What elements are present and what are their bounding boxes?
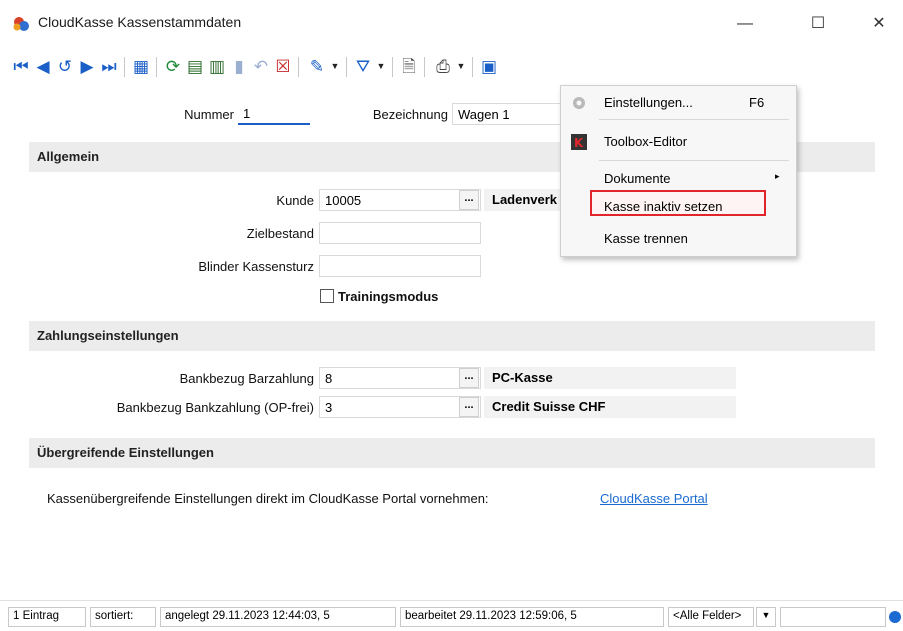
- menu-item-kasse-trennen[interactable]: Kasse trennen: [561, 225, 796, 253]
- menu-item-einstellungen[interactable]: Einstellungen... F6: [561, 89, 796, 117]
- filter-icon[interactable]: ⛛: [352, 54, 374, 78]
- bankbezug-barzahlung-label: Bankbezug Barzahlung: [179, 371, 314, 386]
- sort-status: sortiert:: [90, 607, 156, 627]
- undo-icon[interactable]: ↶: [250, 54, 272, 78]
- previous-record-icon[interactable]: ◀: [32, 54, 54, 78]
- minimize-button[interactable]: —: [722, 8, 768, 40]
- toolbar-separator: [124, 57, 125, 77]
- menu-item-label: Dokumente: [604, 171, 671, 186]
- field-select-dropdown-icon[interactable]: ▼: [756, 607, 776, 627]
- toolbox-icon: K: [570, 133, 588, 151]
- nummer-field[interactable]: 1: [238, 103, 310, 125]
- blinder-kassensturz-label: Blinder Kassensturz: [198, 259, 314, 274]
- quick-search-input[interactable]: [780, 607, 886, 627]
- last-record-icon[interactable]: ⏭: [98, 54, 120, 78]
- bankbezug-bankzahlung-label: Bankbezug Bankzahlung (OP-frei): [116, 400, 314, 415]
- kunde-field[interactable]: 10005: [319, 189, 481, 211]
- submenu-arrow-icon: ▸: [775, 171, 780, 181]
- table-view-icon[interactable]: ▦: [130, 54, 152, 78]
- zielbestand-field[interactable]: [319, 222, 481, 244]
- record-count: 1 Eintrag: [8, 607, 86, 627]
- print-icon[interactable]: ⎙: [432, 54, 454, 78]
- search-go-icon[interactable]: [889, 611, 901, 623]
- toolbar: ⏮ ◀ ↺ ▶ ⏭ ▦ ⟳ ▤ ▥ ▮ ↶ ☒ ✎ ▼ ⛛ ▼ 🗎 ⎙ ▼ ▣: [0, 50, 903, 84]
- bankbezug-bankzahlung-field[interactable]: 3: [319, 396, 481, 418]
- toolbar-separator: [392, 57, 393, 77]
- title-bar: CloudKasse Kassenstammdaten — ☐ ✕: [0, 0, 903, 48]
- bankzahlung-lookup-button[interactable]: ...: [459, 397, 479, 417]
- copy-record-icon[interactable]: ▥: [206, 54, 228, 78]
- kunde-label: Kunde: [276, 193, 314, 208]
- save-disk-icon[interactable]: ▣: [478, 54, 500, 78]
- section-uebergreifende-einstellungen: Übergreifende Einstellungen: [29, 438, 875, 468]
- barzahlung-lookup-button[interactable]: ...: [459, 368, 479, 388]
- delete-icon[interactable]: ☒: [272, 54, 294, 78]
- settings-icon: [570, 94, 588, 112]
- history-back-icon[interactable]: ↺: [54, 54, 76, 78]
- cloudkasse-app-icon: [13, 17, 29, 31]
- status-bar: 1 Eintrag sortiert: angelegt 29.11.2023 …: [0, 600, 903, 631]
- toolbar-separator: [298, 57, 299, 77]
- pin-dropdown-icon[interactable]: ▼: [330, 58, 340, 74]
- menu-separator: [599, 160, 789, 161]
- bankbezug-barzahlung-field[interactable]: 8: [319, 367, 481, 389]
- window-title: CloudKasse Kassenstammdaten: [38, 14, 242, 30]
- barzahlung-name: PC-Kasse: [484, 367, 736, 389]
- print-dropdown-icon[interactable]: ▼: [456, 58, 466, 74]
- trainingsmodus-checkbox[interactable]: [320, 289, 334, 303]
- svg-text:K: K: [574, 136, 584, 150]
- refresh-icon[interactable]: ⟳: [162, 54, 184, 78]
- save-icon[interactable]: ▮: [228, 54, 250, 78]
- toolbar-separator: [424, 57, 425, 77]
- edited-timestamp: bearbeitet 29.11.2023 12:59:06, 5: [400, 607, 664, 627]
- menu-item-toolbox-editor[interactable]: K Toolbox-Editor: [561, 128, 796, 156]
- field-select[interactable]: <Alle Felder>: [668, 607, 754, 627]
- kunde-name: Ladenverk: [484, 189, 560, 211]
- cloudkasse-portal-link[interactable]: CloudKasse Portal: [600, 491, 708, 506]
- kunde-lookup-button[interactable]: ...: [459, 190, 479, 210]
- new-record-icon[interactable]: ▤: [184, 54, 206, 78]
- menu-item-shortcut: F6: [749, 95, 765, 110]
- portal-hint-text: Kassenübergreifende Einstellungen direkt…: [47, 491, 489, 506]
- blinder-kassensturz-field[interactable]: [319, 255, 481, 277]
- menu-item-kasse-inaktiv-setzen[interactable]: Kasse inaktiv setzen: [561, 193, 796, 221]
- created-timestamp: angelegt 29.11.2023 12:44:03, 5: [160, 607, 396, 627]
- menu-item-dokumente[interactable]: Dokumente ▸: [561, 165, 796, 193]
- context-menu: Einstellungen... F6 K Toolbox-Editor Dok…: [560, 85, 797, 257]
- bezeichnung-field[interactable]: Wagen 1: [452, 103, 564, 125]
- close-button[interactable]: ✕: [856, 8, 902, 40]
- menu-item-label: Kasse trennen: [604, 231, 688, 246]
- nummer-label: Nummer: [184, 107, 234, 122]
- section-zahlungseinstellungen: Zahlungseinstellungen: [29, 321, 875, 351]
- menu-separator: [599, 119, 789, 120]
- menu-item-label: Kasse inaktiv setzen: [604, 199, 723, 214]
- toolbar-separator: [472, 57, 473, 77]
- pin-icon[interactable]: ✎: [306, 54, 328, 78]
- toolbar-separator: [156, 57, 157, 77]
- next-record-icon[interactable]: ▶: [76, 54, 98, 78]
- bezeichnung-label: Bezeichnung: [372, 107, 448, 122]
- toolbar-separator: [346, 57, 347, 77]
- maximize-button[interactable]: ☐: [795, 8, 841, 40]
- menu-item-label: Einstellungen...: [604, 95, 693, 110]
- zielbestand-label: Zielbestand: [246, 226, 314, 241]
- trainingsmodus-label: Trainingsmodus: [338, 289, 439, 304]
- menu-item-label: Toolbox-Editor: [604, 134, 688, 149]
- documents-icon[interactable]: 🗎: [398, 54, 420, 78]
- first-record-icon[interactable]: ⏮: [10, 54, 32, 78]
- filter-dropdown-icon[interactable]: ▼: [376, 58, 386, 74]
- bankzahlung-name: Credit Suisse CHF: [484, 396, 736, 418]
